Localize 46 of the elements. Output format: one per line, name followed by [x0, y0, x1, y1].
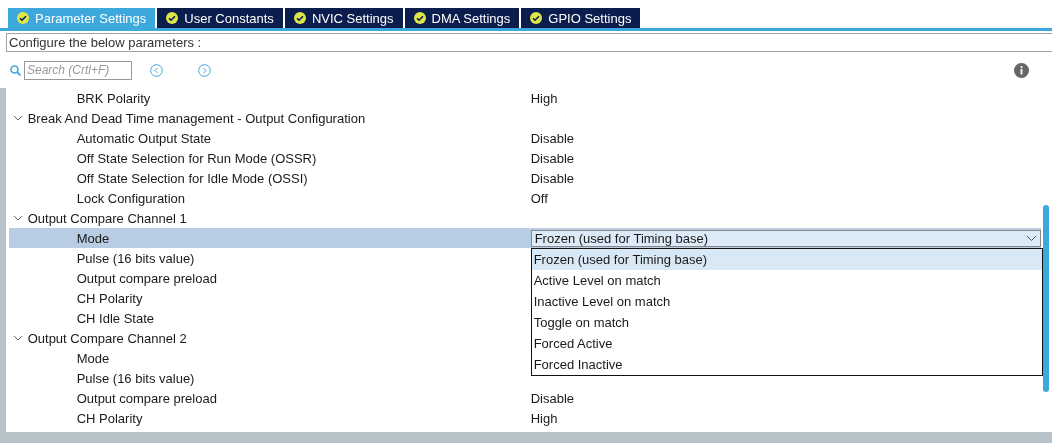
chevron-right-icon	[198, 63, 211, 77]
scrollbar-thumb[interactable]	[1043, 205, 1050, 392]
search-icon	[10, 64, 21, 76]
check-circle-icon	[17, 12, 29, 24]
check-circle-icon	[413, 12, 426, 24]
chevron-icon[interactable]	[12, 213, 23, 223]
check-circle-icon	[530, 12, 543, 24]
parameter-value: Disable	[530, 130, 575, 146]
tab[interactable]: DMA Settings	[404, 8, 520, 28]
parameter-label: Output compare preload	[76, 390, 218, 406]
group-label: Output Compare Channel 1	[27, 210, 188, 226]
tree-row[interactable]: Output compare preload Disable	[8, 388, 1041, 408]
tree-row[interactable]: Automatic Output State Disable	[8, 128, 1041, 148]
tree-row[interactable]: BRK Polarity High	[8, 88, 1041, 108]
tree-row[interactable]: Off State Selection for Idle Mode (OSSI) Disable	[8, 168, 1041, 188]
description-text: Configure the below parameters :	[6, 33, 1052, 52]
search-field[interactable]: Search (Crtl+F)	[24, 60, 132, 80]
tab[interactable]: User Constants	[157, 8, 283, 28]
parameter-value: Disable	[530, 150, 575, 166]
group-label: Output Compare Channel 2	[27, 330, 188, 346]
parameter-value: Off	[530, 190, 548, 206]
tree-row[interactable]: Off State Selection for Run Mode (OSSR) Disable	[8, 148, 1041, 168]
tab[interactable]: GPIO Settings	[521, 8, 641, 28]
parameter-label: Off State Selection for Idle Mode (OSSI)	[76, 170, 309, 186]
info-icon[interactable]	[1014, 62, 1029, 78]
parameter-label: Off State Selection for Run Mode (OSSR)	[76, 150, 318, 166]
chevron-down-icon	[1025, 234, 1037, 242]
parameter-value: High	[530, 410, 558, 426]
check-circle-icon	[166, 12, 179, 24]
tab[interactable]: NVIC Settings	[284, 8, 403, 28]
parameter-value: Disable	[530, 390, 575, 406]
check-circle-icon	[293, 12, 306, 24]
tree-row[interactable]: Lock Configuration Off	[8, 188, 1041, 208]
parameter-value: Disable	[530, 170, 575, 186]
parameter-label: Lock Configuration	[76, 190, 187, 206]
tree-row[interactable]: CH Polarity High	[8, 408, 1041, 428]
parameter-label: Automatic Output State	[76, 130, 213, 146]
chevron-icon[interactable]	[12, 113, 23, 123]
chevron-left-icon	[150, 63, 163, 77]
parameter-label: Mode	[76, 230, 111, 246]
group-label: Break And Dead Time management - Output Configuration	[27, 110, 367, 126]
dropdown-option[interactable]: Frozen (used for Timing base)	[531, 248, 1042, 270]
parameter-label: CH Polarity	[76, 410, 144, 426]
parameter-label: BRK Polarity	[76, 90, 152, 106]
chevron-icon[interactable]	[12, 333, 23, 343]
parameter-value: High	[530, 90, 558, 106]
